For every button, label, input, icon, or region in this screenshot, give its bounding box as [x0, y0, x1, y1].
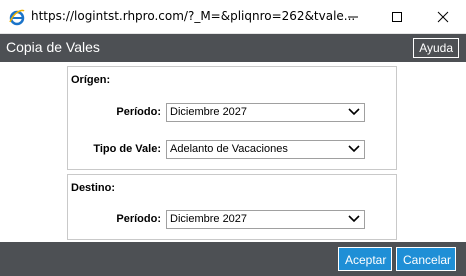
- destino-periodo-select[interactable]: Diciembre 2027: [166, 210, 365, 229]
- chevron-down-icon: [348, 108, 360, 116]
- chevron-down-icon: [348, 145, 360, 153]
- origen-periodo-value: Diciembre 2027: [170, 106, 248, 118]
- destino-periodo-label: Período:: [116, 213, 161, 225]
- origen-tipo-label: Tipo de Vale:: [93, 143, 161, 155]
- dialog-header: Copia de Vales Ayuda: [0, 34, 466, 62]
- dialog-content: Orígen: Período: Diciembre 2027 Tipo de …: [0, 62, 466, 242]
- window-titlebar: https://logintst.rhpro.com/?_M=&pliqnro=…: [0, 0, 466, 34]
- origen-periodo-label: Período:: [116, 106, 161, 118]
- internet-explorer-icon: [9, 9, 25, 26]
- close-window-button[interactable]: [420, 0, 466, 33]
- close-icon: [437, 11, 449, 22]
- destino-group: Destino: Período: Diciembre 2027: [67, 174, 397, 240]
- maximize-button[interactable]: [374, 0, 420, 33]
- origen-tipo-value: Adelanto de Vacaciones: [170, 143, 288, 155]
- maximize-icon: [392, 11, 402, 22]
- destino-periodo-value: Diciembre 2027: [170, 213, 248, 225]
- dialog-footer: Aceptar Cancelar: [0, 242, 466, 276]
- origen-title: Orígen:: [71, 74, 111, 86]
- minimize-button[interactable]: [330, 0, 376, 33]
- minimize-icon: [348, 16, 358, 17]
- origen-tipo-select[interactable]: Adelanto de Vacaciones: [166, 140, 365, 159]
- accept-button[interactable]: Aceptar: [338, 247, 392, 271]
- dialog-title: Copia de Vales: [6, 39, 100, 55]
- origen-periodo-select[interactable]: Diciembre 2027: [166, 103, 365, 122]
- window-title: https://logintst.rhpro.com/?_M=&pliqnro=…: [31, 9, 356, 23]
- origen-group: Orígen: Período: Diciembre 2027 Tipo de …: [67, 66, 397, 170]
- help-button[interactable]: Ayuda: [413, 38, 459, 58]
- destino-title: Destino:: [71, 182, 115, 194]
- cancel-button[interactable]: Cancelar: [396, 247, 456, 271]
- chevron-down-icon: [348, 215, 360, 223]
